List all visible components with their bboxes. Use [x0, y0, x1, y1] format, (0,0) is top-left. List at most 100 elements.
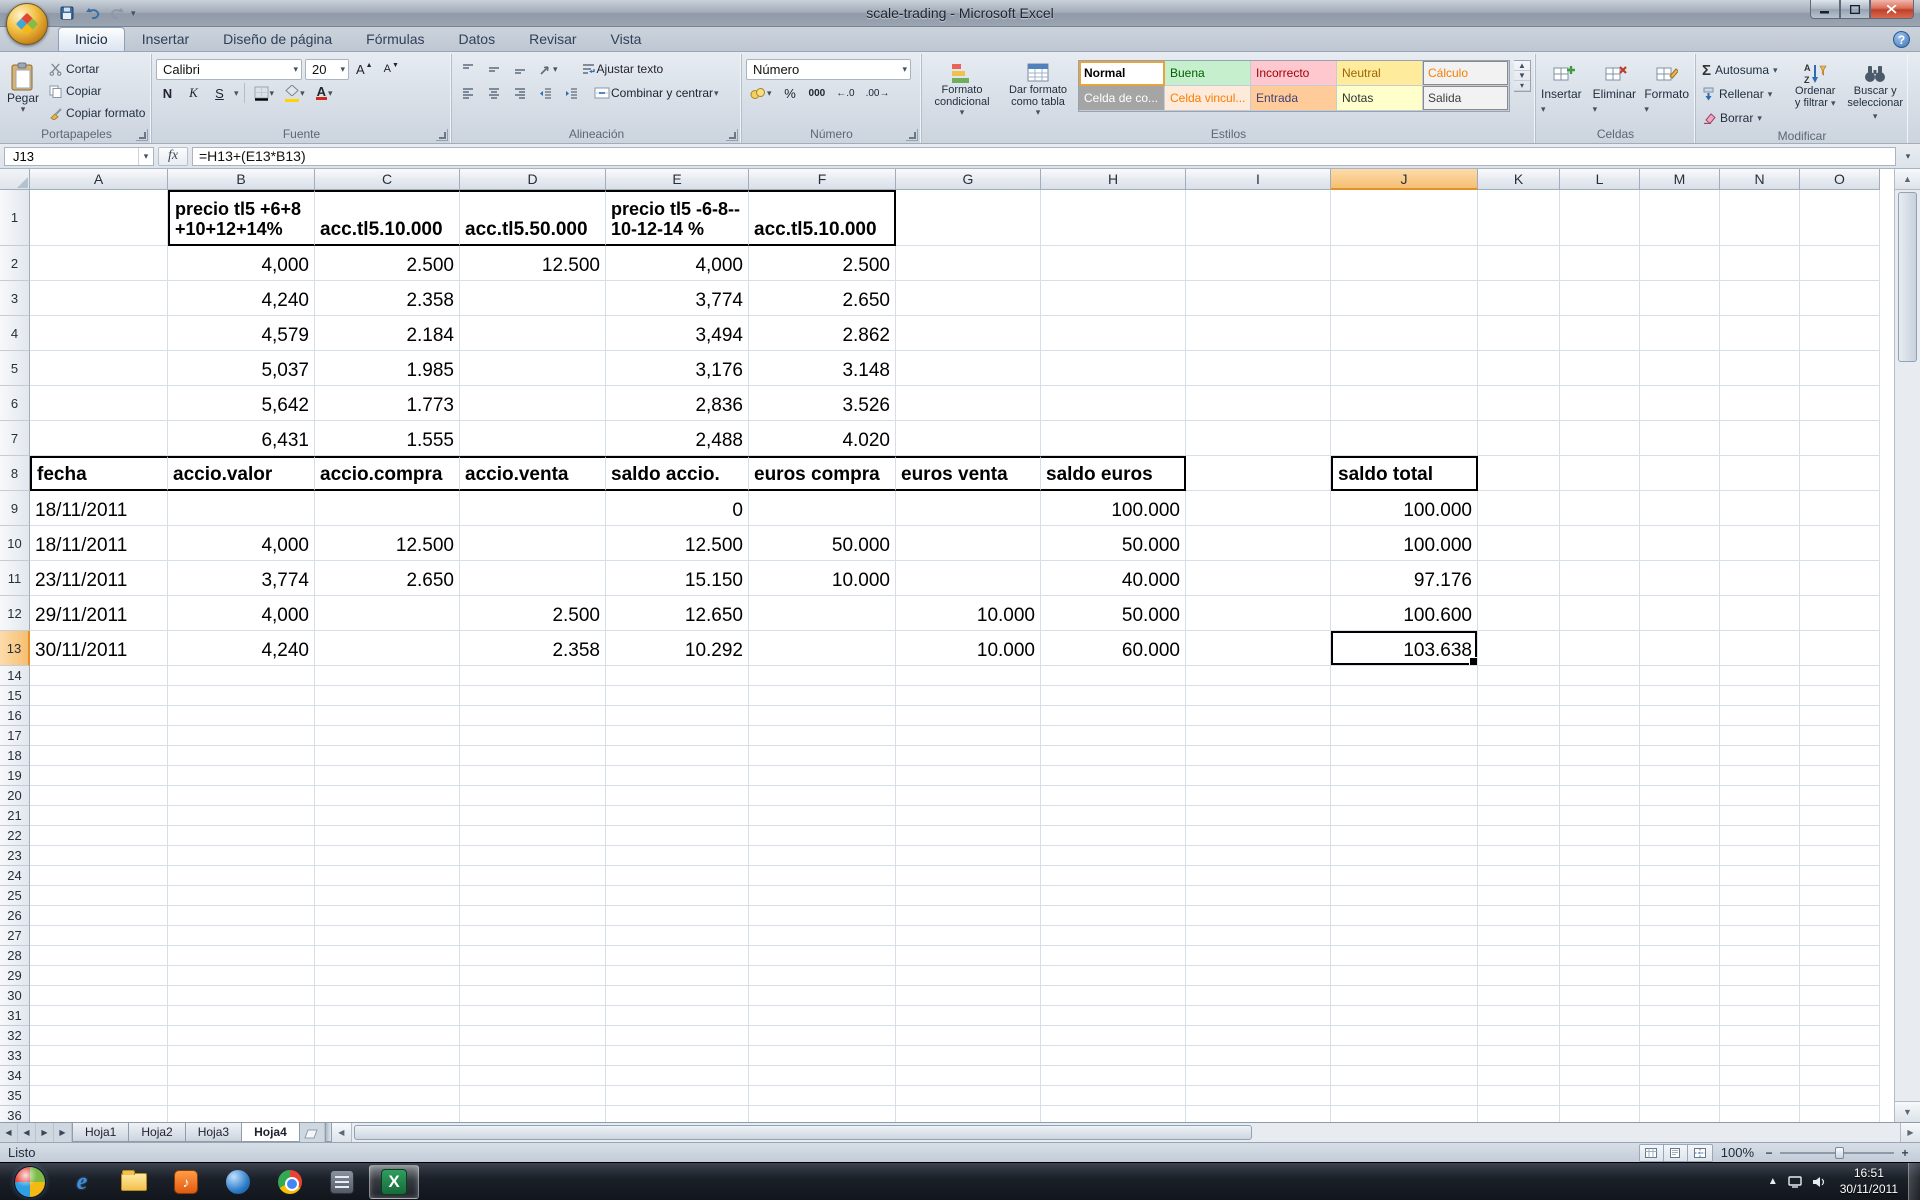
align-top-button[interactable]: [456, 59, 479, 80]
cell-H34[interactable]: [1041, 1066, 1186, 1086]
cell-M8[interactable]: [1640, 456, 1720, 491]
cell-F35[interactable]: [749, 1086, 896, 1106]
cell-H8[interactable]: saldo euros: [1041, 456, 1186, 491]
cell-A34[interactable]: [30, 1066, 168, 1086]
network-icon[interactable]: [1788, 1176, 1802, 1188]
cell-C31[interactable]: [315, 1006, 460, 1026]
cell-N6[interactable]: [1720, 386, 1800, 421]
row-header-20[interactable]: 20: [0, 786, 30, 806]
hidden-icons-icon[interactable]: ▲: [1768, 1176, 1778, 1187]
cell-M27[interactable]: [1640, 926, 1720, 946]
cell-L28[interactable]: [1560, 946, 1640, 966]
cell-G29[interactable]: [896, 966, 1041, 986]
dialog-launcher-icon[interactable]: [906, 129, 918, 141]
row-header-2[interactable]: 2: [0, 246, 30, 281]
cell-M17[interactable]: [1640, 726, 1720, 746]
increase-indent-button[interactable]: [560, 83, 583, 104]
cell-F24[interactable]: [749, 866, 896, 886]
cell-M24[interactable]: [1640, 866, 1720, 886]
gallery-down-icon[interactable]: ▼: [1514, 71, 1530, 81]
cell-K5[interactable]: [1478, 351, 1560, 386]
normal-view-icon[interactable]: [1640, 1145, 1664, 1161]
cell-D34[interactable]: [460, 1066, 606, 1086]
cell-F4[interactable]: 2.862: [749, 316, 896, 351]
cell-H36[interactable]: [1041, 1106, 1186, 1122]
decrease-decimal-button[interactable]: .00→: [862, 83, 894, 104]
cell-G9[interactable]: [896, 491, 1041, 526]
cell-G2[interactable]: [896, 246, 1041, 281]
cell-H2[interactable]: [1041, 246, 1186, 281]
cell-E2[interactable]: 4,000: [606, 246, 749, 281]
cell-D16[interactable]: [460, 706, 606, 726]
cell-N34[interactable]: [1720, 1066, 1800, 1086]
cell-F34[interactable]: [749, 1066, 896, 1086]
cell-I2[interactable]: [1186, 246, 1331, 281]
italic-button[interactable]: K: [182, 83, 205, 104]
cell-G31[interactable]: [896, 1006, 1041, 1026]
sheet-tab-hoja1[interactable]: Hoja1: [72, 1123, 129, 1142]
cell-E28[interactable]: [606, 946, 749, 966]
cell-L5[interactable]: [1560, 351, 1640, 386]
cell-O34[interactable]: [1800, 1066, 1880, 1086]
cell-M32[interactable]: [1640, 1026, 1720, 1046]
cell-H27[interactable]: [1041, 926, 1186, 946]
row-header-3[interactable]: 3: [0, 281, 30, 316]
cell-K15[interactable]: [1478, 686, 1560, 706]
cell-I1[interactable]: [1186, 190, 1331, 246]
wrap-text-button[interactable]: Ajustar texto: [577, 59, 668, 80]
cell-J19[interactable]: [1331, 766, 1478, 786]
cell-L34[interactable]: [1560, 1066, 1640, 1086]
cell-F19[interactable]: [749, 766, 896, 786]
cell-K12[interactable]: [1478, 596, 1560, 631]
cell-D30[interactable]: [460, 986, 606, 1006]
align-right-button[interactable]: [508, 83, 531, 104]
vertical-scrollbar[interactable]: ▲ ▼: [1894, 169, 1920, 1122]
cell-G4[interactable]: [896, 316, 1041, 351]
cell-A19[interactable]: [30, 766, 168, 786]
cell-B23[interactable]: [168, 846, 315, 866]
cell-J26[interactable]: [1331, 906, 1478, 926]
cell-E1[interactable]: precio tl5 -6-8-- 10-12-14 %: [606, 190, 749, 246]
cell-style-buena[interactable]: Buena: [1165, 61, 1251, 86]
cell-F31[interactable]: [749, 1006, 896, 1026]
cell-B3[interactable]: 4,240: [168, 281, 315, 316]
number-format-select[interactable]: Número ▾: [746, 59, 911, 80]
row-header-14[interactable]: 14: [0, 666, 30, 686]
cell-H3[interactable]: [1041, 281, 1186, 316]
expand-formula-bar-icon[interactable]: ▾: [1900, 152, 1916, 161]
paste-button[interactable]: Pegar ▾: [6, 57, 40, 125]
cell-H26[interactable]: [1041, 906, 1186, 926]
vertical-scroll-thumb[interactable]: [1898, 192, 1917, 362]
cell-I5[interactable]: [1186, 351, 1331, 386]
row-header-6[interactable]: 6: [0, 386, 30, 421]
cell-M16[interactable]: [1640, 706, 1720, 726]
insert-cells-button[interactable]: Insertar ▾: [1540, 57, 1588, 119]
decrease-indent-button[interactable]: [534, 83, 557, 104]
cell-N36[interactable]: [1720, 1106, 1800, 1122]
cell-O18[interactable]: [1800, 746, 1880, 766]
column-header-I[interactable]: I: [1186, 169, 1331, 190]
cell-E30[interactable]: [606, 986, 749, 1006]
cell-A3[interactable]: [30, 281, 168, 316]
cell-C5[interactable]: 1.985: [315, 351, 460, 386]
cell-N2[interactable]: [1720, 246, 1800, 281]
cell-B25[interactable]: [168, 886, 315, 906]
cell-L8[interactable]: [1560, 456, 1640, 491]
cell-N27[interactable]: [1720, 926, 1800, 946]
zoom-out-icon[interactable]: −: [1762, 1146, 1776, 1160]
column-header-A[interactable]: A: [30, 169, 168, 190]
cell-N17[interactable]: [1720, 726, 1800, 746]
cell-E21[interactable]: [606, 806, 749, 826]
cell-N30[interactable]: [1720, 986, 1800, 1006]
cell-K21[interactable]: [1478, 806, 1560, 826]
cell-F5[interactable]: 3.148: [749, 351, 896, 386]
row-header-26[interactable]: 26: [0, 906, 30, 926]
column-header-J[interactable]: J: [1331, 169, 1478, 190]
cell-J1[interactable]: [1331, 190, 1478, 246]
cell-C19[interactable]: [315, 766, 460, 786]
column-header-K[interactable]: K: [1478, 169, 1560, 190]
cell-E6[interactable]: 2,836: [606, 386, 749, 421]
cell-E34[interactable]: [606, 1066, 749, 1086]
cell-A23[interactable]: [30, 846, 168, 866]
cell-J17[interactable]: [1331, 726, 1478, 746]
